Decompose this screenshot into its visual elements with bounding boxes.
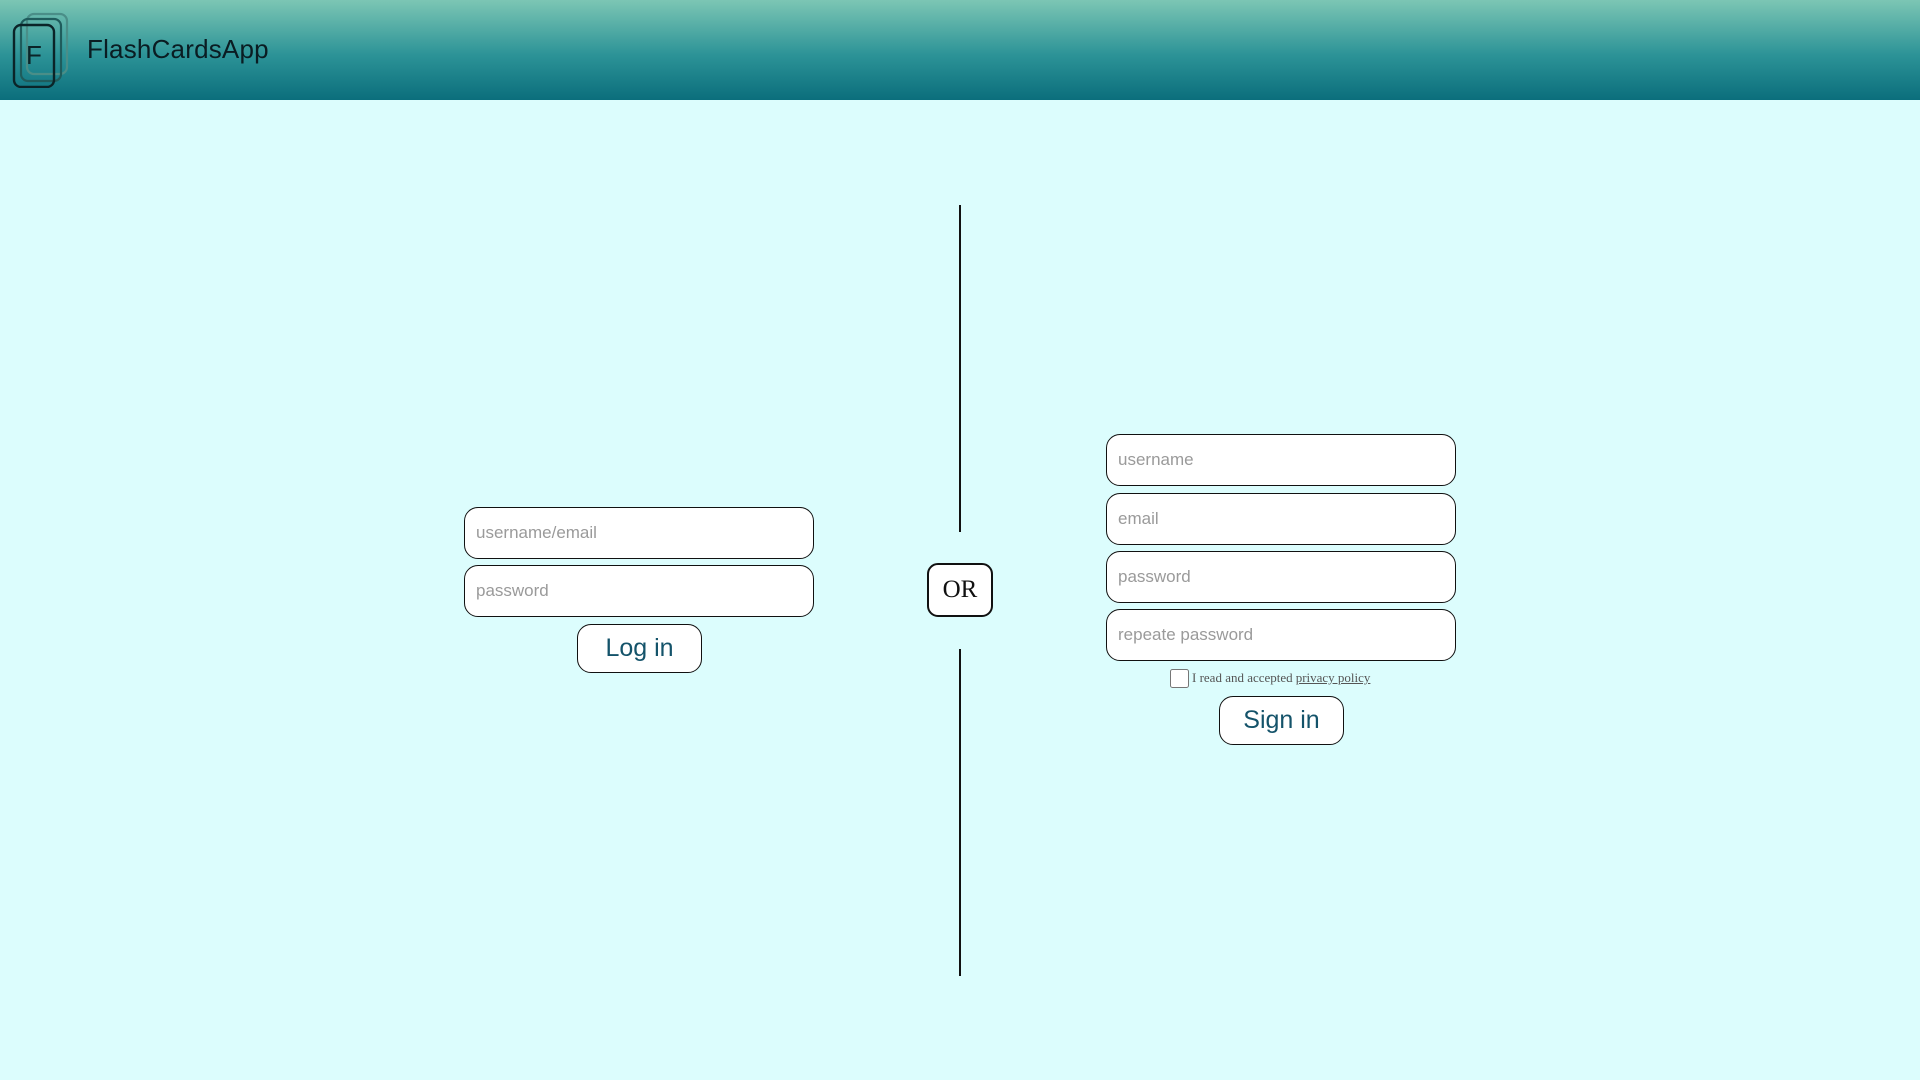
divider-line-top bbox=[959, 205, 961, 532]
app-header: F FlashCardsApp bbox=[0, 0, 1920, 100]
signup-password-input[interactable] bbox=[1106, 551, 1456, 603]
privacy-policy-link[interactable]: privacy policy bbox=[1296, 670, 1371, 686]
privacy-policy-row: I read and accepted privacy policy bbox=[1170, 667, 1370, 689]
login-password-input[interactable] bbox=[464, 565, 814, 617]
privacy-policy-text: I read and accepted bbox=[1192, 670, 1293, 685]
signin-button[interactable]: Sign in bbox=[1219, 696, 1344, 745]
privacy-policy-checkbox[interactable] bbox=[1170, 668, 1189, 688]
or-badge: OR bbox=[927, 563, 993, 617]
app-title: FlashCardsApp bbox=[87, 34, 269, 64]
signup-email-input[interactable] bbox=[1106, 493, 1456, 545]
login-username-input[interactable] bbox=[464, 507, 814, 559]
app-logo-icon[interactable]: F bbox=[12, 12, 70, 88]
signup-repeat-password-input[interactable] bbox=[1106, 609, 1456, 661]
signup-username-input[interactable] bbox=[1106, 434, 1456, 486]
divider-line-bottom bbox=[959, 649, 961, 976]
logo-letter: F bbox=[26, 40, 42, 70]
login-button[interactable]: Log in bbox=[577, 624, 702, 673]
